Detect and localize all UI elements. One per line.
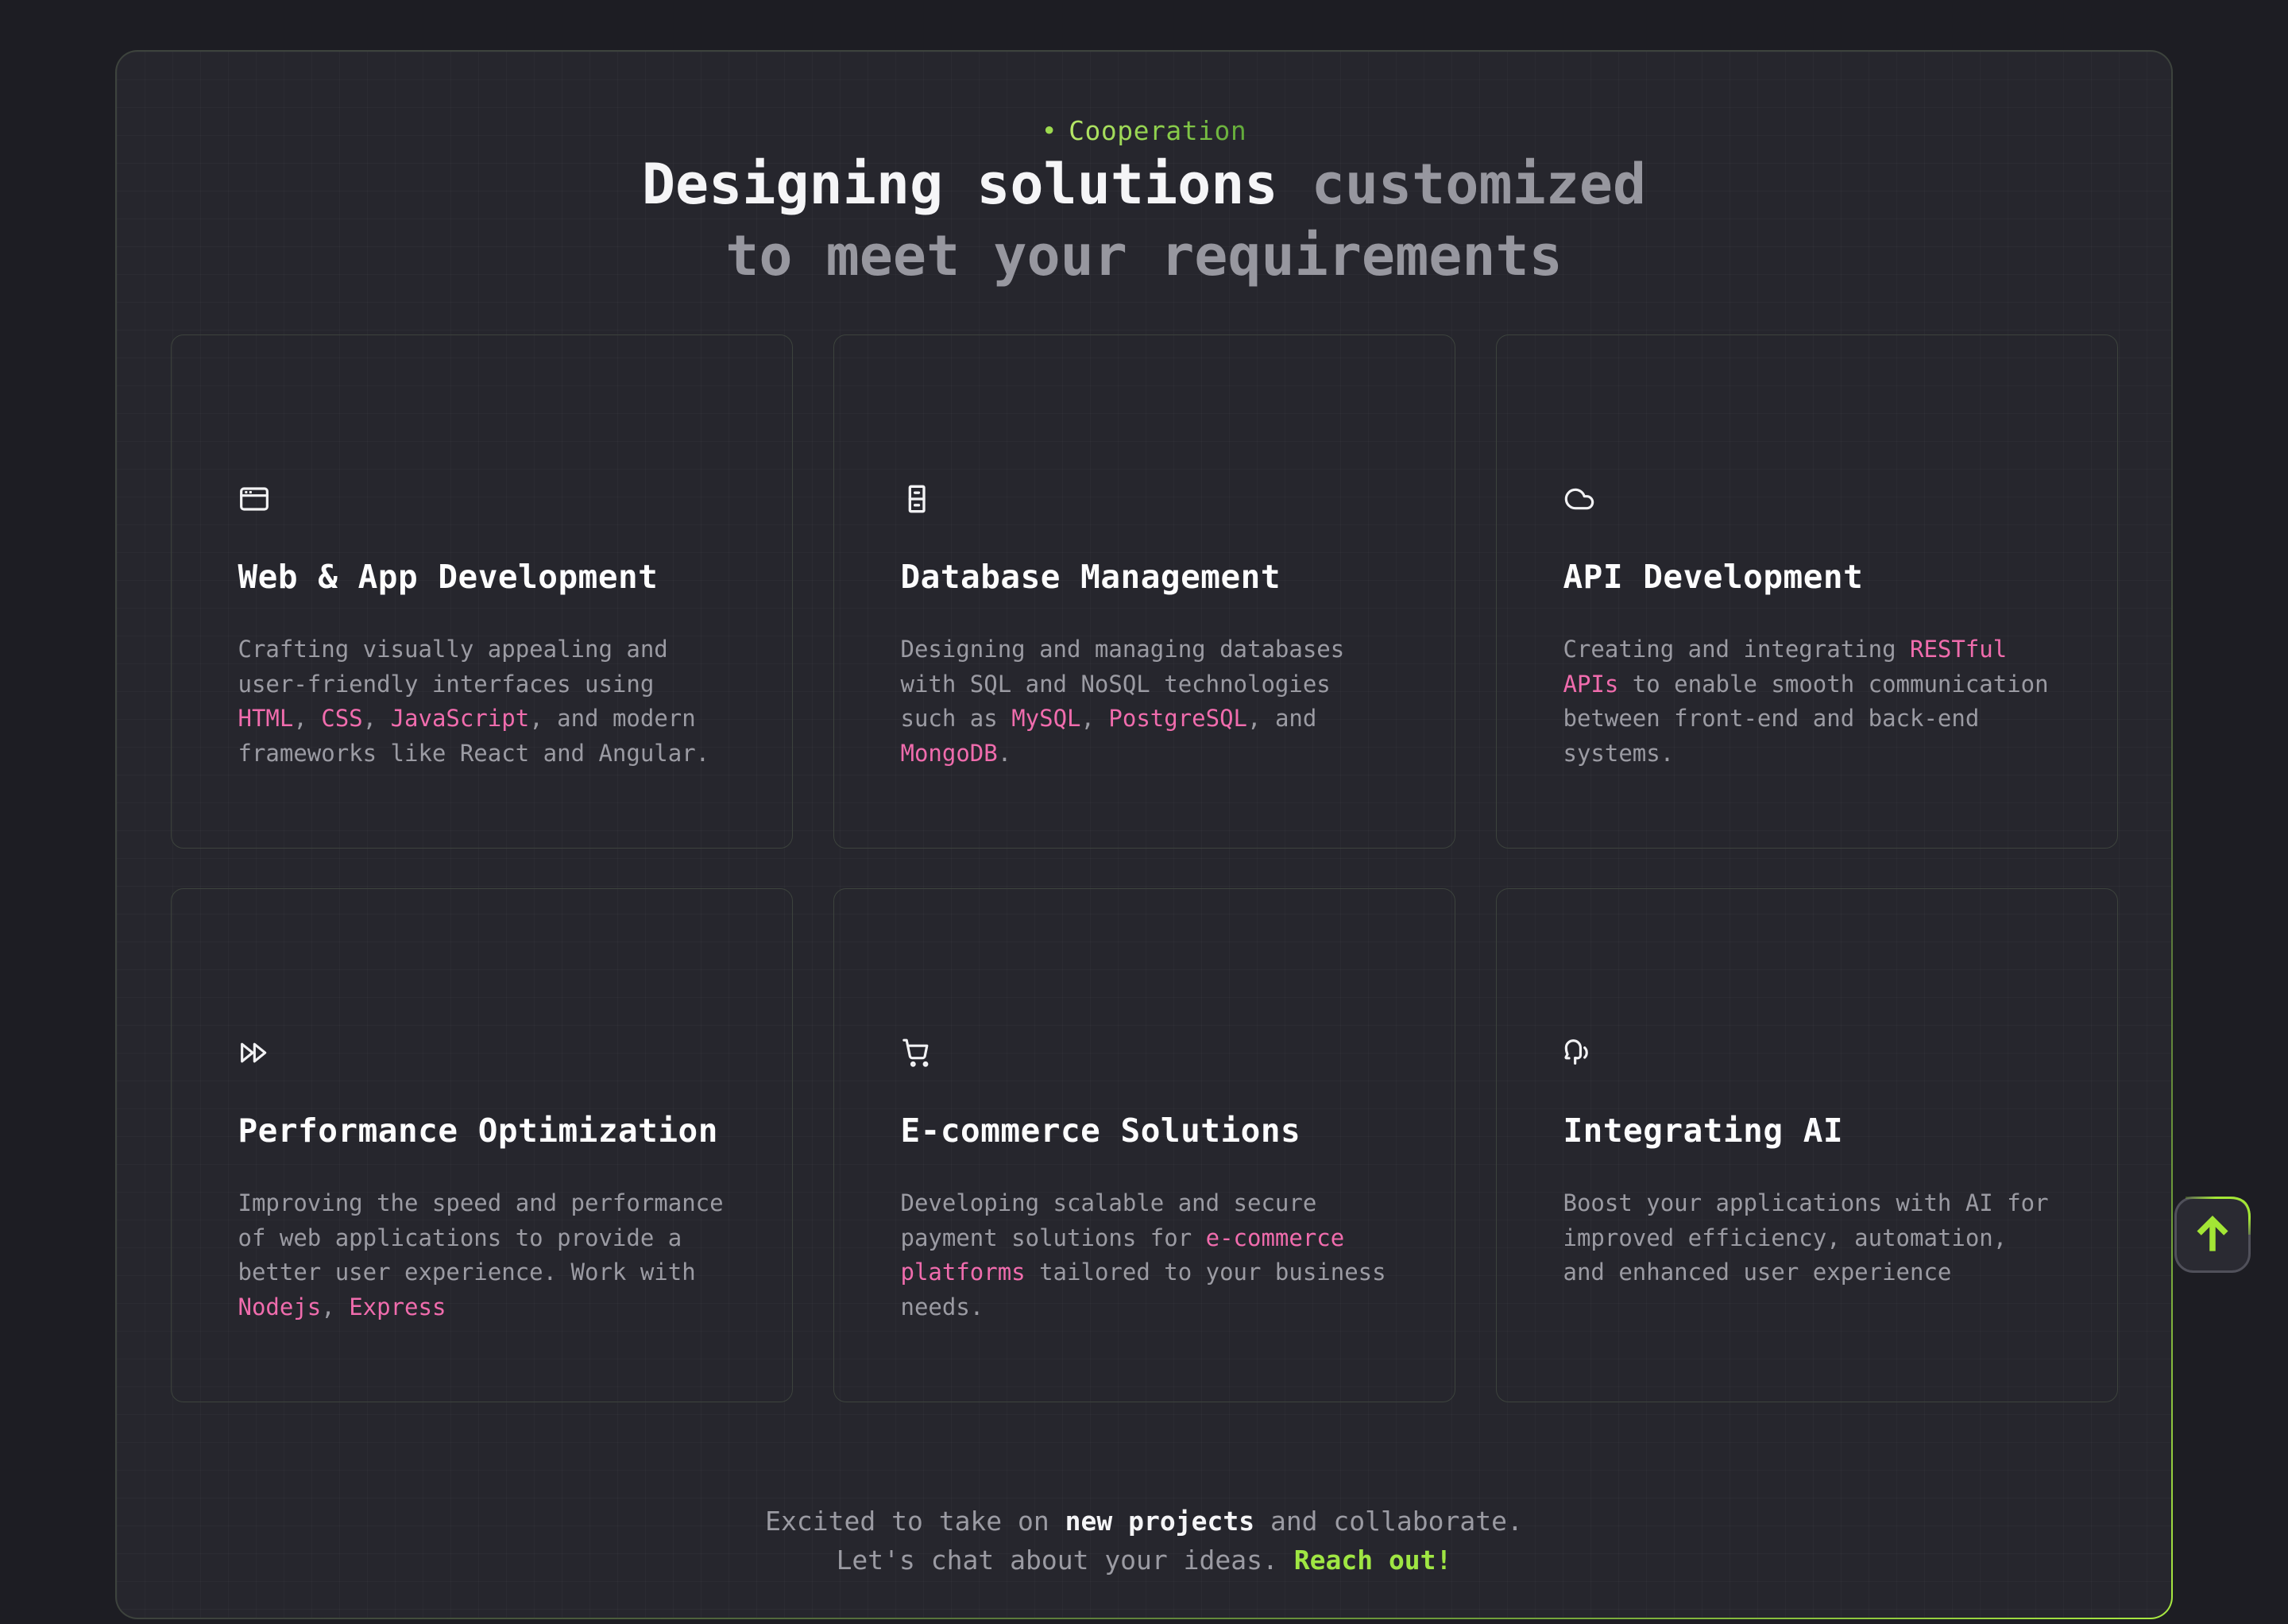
- app-window-icon: [238, 483, 270, 515]
- card-title: Database Management: [901, 559, 1391, 594]
- fast-forward-icon: [238, 1037, 270, 1069]
- speaking-head-icon: [1563, 1037, 1595, 1069]
- text-segment: Crafting visually appealing and user-fri…: [238, 636, 668, 698]
- text-segment: , and: [1247, 705, 1316, 732]
- collaboration-note-line-2: Let's chat about your ideas. Reach out!: [117, 1541, 2171, 1580]
- card-body: Boost your applications with AI for impr…: [1563, 1186, 2054, 1290]
- shopping-cart-icon: [901, 1037, 933, 1069]
- collaboration-note: Excited to take on new projects and coll…: [117, 1502, 2171, 1580]
- scroll-to-top-button[interactable]: [2174, 1197, 2251, 1273]
- card-body: Improving the speed and performance of w…: [238, 1186, 729, 1324]
- text-segment: Improving the speed and performance of w…: [238, 1189, 724, 1286]
- collaboration-note-line-1: Excited to take on new projects and coll…: [117, 1502, 2171, 1541]
- text-segment: and collaborate.: [1254, 1506, 1523, 1537]
- text-segment: ,: [293, 705, 321, 732]
- bullet-icon: •: [1042, 115, 1057, 146]
- text-segment: Boost your applications with AI for impr…: [1563, 1189, 2049, 1286]
- card-title: Web & App Development: [238, 559, 729, 594]
- card-title: Performance Optimization: [238, 1113, 729, 1148]
- text-segment: to enable smooth communication between f…: [1563, 671, 2049, 767]
- text-segment: MySQL: [1011, 705, 1080, 732]
- service-card-web-app-development: Web & App Development Crafting visually …: [171, 334, 793, 849]
- card-body: Developing scalable and secure payment s…: [901, 1186, 1391, 1324]
- text-segment: Nodejs: [238, 1293, 322, 1320]
- text-segment: ,: [1081, 705, 1109, 732]
- text-segment: customized: [1278, 152, 1647, 217]
- text-segment: JavaScript: [391, 705, 530, 732]
- card-body: Creating and integrating RESTful APIs to…: [1563, 632, 2054, 771]
- cloud-icon: [1563, 483, 1595, 515]
- eyebrow-label: Cooperation: [1069, 115, 1246, 146]
- text-segment: new projects: [1065, 1506, 1254, 1537]
- text-segment: MongoDB: [901, 740, 998, 767]
- service-card-database-management: Database Management Designing and managi…: [833, 334, 1455, 849]
- page-background: • Cooperation Designing solutions customi…: [0, 0, 2288, 1624]
- page-title-line-2: to meet your requirements: [117, 220, 2171, 292]
- card-title: API Development: [1563, 559, 2054, 594]
- text-segment: Express: [349, 1293, 446, 1320]
- page-title-line-1: Designing solutions customized: [117, 149, 2171, 220]
- text-segment: ,: [321, 1293, 349, 1320]
- text-segment: Creating and integrating: [1563, 636, 1911, 663]
- card-title: E-commerce Solutions: [901, 1113, 1391, 1148]
- text-segment: ,: [363, 705, 391, 732]
- service-card-api-development: API Development Creating and integrating…: [1496, 334, 2118, 849]
- text-segment: to meet your requirements: [725, 223, 1563, 288]
- services-grid: Web & App Development Crafting visually …: [171, 334, 2118, 1402]
- text-segment: Excited to take on: [765, 1506, 1065, 1537]
- cooperation-section: • Cooperation Designing solutions customi…: [117, 52, 2171, 1618]
- service-card-ecommerce-solutions: E-commerce Solutions Developing scalable…: [833, 888, 1455, 1402]
- text-segment: Let's chat about your ideas.: [837, 1545, 1294, 1576]
- service-card-performance-optimization: Performance Optimization Improving the s…: [171, 888, 793, 1402]
- arrow-up-icon: [2177, 1199, 2248, 1270]
- card-body: Designing and managing databases with SQ…: [901, 632, 1391, 771]
- page-title: Designing solutions customized to meet y…: [117, 149, 2171, 292]
- text-segment: .: [998, 740, 1011, 767]
- main-panel-border: • Cooperation Designing solutions customi…: [115, 50, 2173, 1619]
- text-segment: CSS: [321, 705, 362, 732]
- text-segment: HTML: [238, 705, 294, 732]
- drawer-cabinet-icon: [901, 483, 933, 515]
- card-body: Crafting visually appealing and user-fri…: [238, 632, 729, 771]
- reach-out-link[interactable]: Reach out!: [1294, 1545, 1452, 1576]
- service-card-integrating-ai: Integrating AI Boost your applications w…: [1496, 888, 2118, 1402]
- text-segment: Designing solutions: [642, 152, 1278, 217]
- card-title: Integrating AI: [1563, 1113, 2054, 1148]
- text-segment: PostgreSQL: [1108, 705, 1247, 732]
- section-eyebrow: • Cooperation: [117, 114, 2171, 149]
